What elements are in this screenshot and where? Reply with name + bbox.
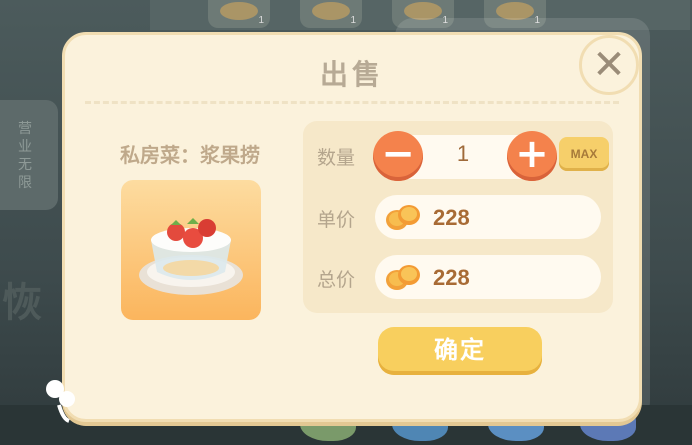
increase-quantity-button[interactable]: + [507,131,557,181]
inventory-slot: 1 [208,0,270,28]
dialog-title: 出售 [319,58,384,91]
sell-panel: 数量 − 1 + MAX 单价 228 总价 228 [303,121,613,313]
side-tag-text: 营业无限 [18,121,32,191]
confirm-button[interactable]: 确定 [378,327,542,375]
unit-price-field: 228 [375,195,601,239]
dish-image [121,180,261,320]
close-icon: ✕ [592,42,626,88]
inventory-slot: 1 [300,0,362,28]
total-price-value: 228 [433,265,470,290]
max-quantity-button[interactable]: MAX [559,137,609,171]
close-button[interactable]: ✕ [579,35,639,95]
gold-coin-icon [386,265,420,290]
berry-dessert-bowl-icon [139,218,243,295]
quantity-label: 数量 [317,147,356,169]
plus-icon: + [515,131,549,177]
dish-name: 私房菜：浆果捞 [120,143,260,167]
total-price-field: 228 [375,255,601,299]
total-price-label: 总价 [317,269,356,291]
side-big-text: 恢 [2,280,42,326]
sell-dialog: 出售 ✕ 私房菜：浆果捞 数量 − 1 + MAX 单价 228 总价 228 … [46,32,642,423]
gold-coin-icon [386,205,420,230]
quantity-value: 1 [456,141,470,166]
paw-decoration-icon [46,380,75,423]
title-divider [85,101,619,104]
unit-price-label: 单价 [317,209,356,231]
unit-price-value: 228 [433,205,470,230]
